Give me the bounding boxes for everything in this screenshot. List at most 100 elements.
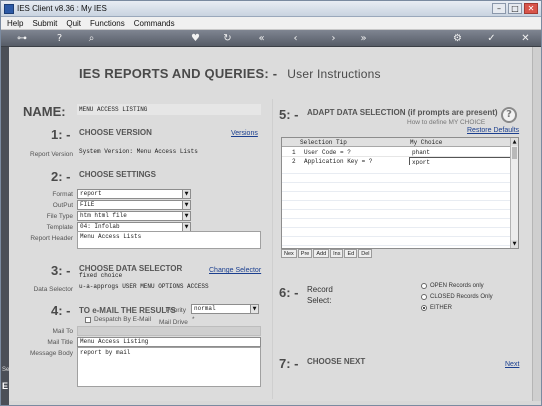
data-selector-value[interactable]: u-a-approgs USER MENU OPTIONS ACCESS bbox=[77, 283, 261, 293]
next-link[interactable]: Next bbox=[505, 361, 519, 368]
radio-dot-selected[interactable] bbox=[421, 305, 427, 311]
menu-submit[interactable]: Submit bbox=[32, 17, 57, 29]
back-icon[interactable]: ‹ bbox=[289, 32, 302, 45]
selection-grid: Selection Tip My Choice 1 User Code = ? … bbox=[281, 137, 519, 249]
column-header-tip: Selection Tip bbox=[300, 139, 347, 146]
search-icon[interactable]: ⌕ bbox=[85, 32, 98, 45]
name-field[interactable]: MENU ACCESS LISTING bbox=[77, 104, 261, 115]
name-label: NAME: bbox=[23, 104, 66, 119]
refresh-icon[interactable]: ↻ bbox=[221, 32, 234, 45]
grid-scrollbar[interactable]: ▲ ▼ bbox=[510, 138, 518, 248]
radio-dot[interactable] bbox=[421, 294, 427, 300]
ok-icon[interactable]: ✓ bbox=[485, 32, 498, 45]
restore-defaults-link[interactable]: Restore Defaults bbox=[467, 127, 519, 134]
howto-label: How to define MY CHOICE bbox=[407, 119, 486, 126]
page-title: IES REPORTS AND QUERIES: - User Instructi… bbox=[79, 66, 381, 81]
page-subtitle: User Instructions bbox=[287, 67, 381, 81]
grid-header: Selection Tip My Choice bbox=[282, 138, 518, 147]
app-window: IES Client v8.36 : My IES – □ ✕ Help Sub… bbox=[0, 0, 542, 406]
radio-closed-records[interactable]: CLOSED Records Only bbox=[421, 294, 493, 300]
grid-empty-rows bbox=[282, 165, 518, 248]
nav-delete-button[interactable]: Del bbox=[358, 249, 373, 258]
scroll-up-icon[interactable]: ▲ bbox=[511, 138, 518, 146]
menu-quit[interactable]: Quit bbox=[66, 17, 81, 29]
main-content: IES REPORTS AND QUERIES: - User Instructi… bbox=[9, 47, 532, 401]
menu-functions[interactable]: Functions bbox=[90, 17, 125, 29]
column-header-choice: My Choice bbox=[410, 139, 443, 146]
radio-either[interactable]: EITHER bbox=[421, 305, 452, 311]
format-label: Format bbox=[52, 191, 73, 198]
scroll-thumb[interactable] bbox=[512, 147, 517, 159]
close-icon[interactable]: ✕ bbox=[519, 32, 532, 45]
maximize-button[interactable]: □ bbox=[508, 3, 522, 14]
fast-forward-icon[interactable]: » bbox=[357, 32, 370, 45]
step2-number: 2: - bbox=[51, 169, 71, 184]
nav-prev-button[interactable]: Pre bbox=[297, 249, 313, 258]
my-choice-cell[interactable]: phant bbox=[409, 148, 511, 157]
nav-edit-button[interactable]: Ed bbox=[344, 249, 358, 258]
priority-select[interactable]: normal ▼ bbox=[191, 304, 259, 314]
selector-choice-text: fixed choice bbox=[79, 272, 123, 279]
window-title: IES Client v8.36 : My IES bbox=[17, 4, 107, 13]
mail-to-field[interactable] bbox=[77, 326, 261, 336]
nav-add-button[interactable]: Add bbox=[313, 249, 330, 258]
table-row[interactable]: 1 User Code = ? phant bbox=[282, 148, 518, 157]
step5-number: 5: - bbox=[279, 107, 299, 122]
column-divider bbox=[272, 99, 273, 399]
radio-dot[interactable] bbox=[421, 283, 427, 289]
chevron-down-icon[interactable]: ▼ bbox=[182, 212, 190, 220]
despatch-label: Despatch By E-Mail bbox=[94, 316, 152, 323]
close-button[interactable]: ✕ bbox=[524, 3, 538, 14]
nav-insert-button[interactable]: Ins bbox=[330, 249, 344, 258]
chevron-down-icon[interactable]: ▼ bbox=[182, 190, 190, 198]
mail-drive-label: Mail Drive bbox=[159, 319, 188, 326]
step3-number: 3: - bbox=[51, 263, 71, 278]
sidebar-label-big: E bbox=[2, 381, 9, 391]
help-icon[interactable]: ? bbox=[53, 32, 66, 45]
step2-title: CHOOSE SETTINGS bbox=[79, 170, 156, 179]
chevron-down-icon[interactable]: ▼ bbox=[182, 223, 190, 231]
message-body-label: Message Body bbox=[30, 350, 73, 357]
filetype-label: File Type bbox=[46, 213, 73, 220]
report-version-label: Report Version bbox=[30, 151, 73, 158]
versions-link[interactable]: Versions bbox=[231, 130, 258, 137]
app-icon bbox=[4, 4, 14, 14]
chevron-down-icon[interactable]: ▼ bbox=[182, 201, 190, 209]
menu-commands[interactable]: Commands bbox=[134, 17, 175, 29]
toolbar: ⊶ ? ⌕ ♥ ↻ « ‹ › » ⚙ ✓ ✕ bbox=[1, 30, 541, 47]
page-scrollbar[interactable] bbox=[532, 47, 541, 401]
step6-number: 6: - bbox=[279, 285, 299, 300]
format-select[interactable]: report ▼ bbox=[77, 189, 191, 199]
template-label: Template bbox=[46, 224, 73, 231]
filetype-select[interactable]: htm html file ▼ bbox=[77, 211, 191, 221]
output-select[interactable]: FILE ▼ bbox=[77, 200, 191, 210]
grid-nav-bar: Nex Pre Add Ins Ed Del bbox=[281, 249, 373, 258]
report-header-field[interactable]: Menu Access Lists bbox=[77, 231, 261, 249]
mail-title-label: Mail Title bbox=[47, 339, 73, 346]
despatch-checkbox[interactable] bbox=[85, 317, 91, 323]
mail-title-field[interactable]: Menu Access Listing bbox=[77, 337, 261, 347]
scroll-down-icon[interactable]: ▼ bbox=[511, 240, 518, 248]
minimize-button[interactable]: – bbox=[492, 3, 506, 14]
mail-drive-value: * bbox=[192, 316, 195, 323]
nav-next-button[interactable]: Nex bbox=[281, 249, 297, 258]
rewind-icon[interactable]: « bbox=[255, 32, 268, 45]
row-number: 1 bbox=[292, 149, 296, 156]
report-version-value[interactable]: System Version: Menu Access Lists bbox=[77, 148, 261, 158]
step5-title: ADAPT DATA SELECTION (if prompts are pre… bbox=[307, 108, 498, 117]
forward-icon[interactable]: › bbox=[327, 32, 340, 45]
step1-number: 1: - bbox=[51, 127, 71, 142]
step4-number: 4: - bbox=[51, 303, 71, 318]
output-label: OutPut bbox=[52, 202, 73, 209]
record-label: Record bbox=[307, 285, 333, 294]
help-icon[interactable]: ? bbox=[501, 107, 517, 123]
chevron-down-icon[interactable]: ▼ bbox=[250, 305, 258, 313]
key-icon[interactable]: ⊶ bbox=[13, 32, 31, 45]
menu-help[interactable]: Help bbox=[7, 17, 23, 29]
heart-icon[interactable]: ♥ bbox=[189, 32, 202, 45]
message-body-field[interactable]: report by mail bbox=[77, 347, 261, 387]
step7-title: CHOOSE NEXT bbox=[307, 357, 366, 366]
settings-icon[interactable]: ⚙ bbox=[451, 32, 464, 45]
step7-number: 7: - bbox=[279, 356, 299, 371]
radio-open-records[interactable]: OPEN Records only bbox=[421, 283, 484, 289]
